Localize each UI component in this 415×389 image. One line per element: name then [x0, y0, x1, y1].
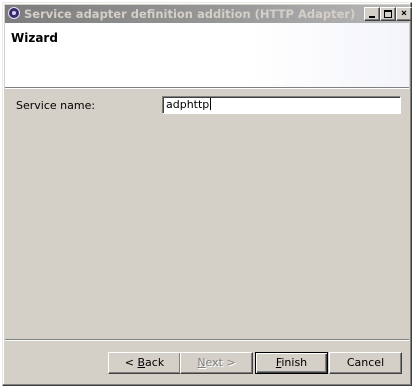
eclipse-icon [8, 7, 20, 19]
back-button[interactable]: < Back [108, 352, 181, 374]
finish-button[interactable]: Finish [255, 352, 328, 374]
back-arrow: < [124, 356, 134, 369]
back-mnemonic: B [137, 356, 146, 369]
service-name-label: Service name: [16, 99, 96, 112]
maximize-icon[interactable] [380, 7, 396, 21]
service-name-value: adphttp [166, 98, 210, 111]
window-title: Service adapter definition addition (HTT… [24, 7, 356, 21]
cancel-button[interactable]: Cancel [329, 352, 402, 374]
wizard-header: Wizard [5, 23, 409, 88]
service-name-input[interactable]: adphttp [162, 96, 401, 114]
title-bar[interactable]: Service adapter definition addition (HTT… [5, 5, 412, 23]
close-icon[interactable]: × [396, 7, 412, 21]
text-caret [210, 98, 212, 110]
finish-label-rest: inish [281, 356, 308, 369]
minimize-icon[interactable] [364, 7, 380, 21]
next-mnemonic: N [197, 356, 206, 369]
header-divider [5, 88, 409, 89]
back-label-rest: ack [145, 356, 165, 369]
next-arrow: > [226, 356, 236, 369]
next-button[interactable]: Next > [180, 352, 253, 374]
next-label-rest: ext [205, 356, 223, 369]
wizard-title: Wizard [11, 31, 58, 45]
footer-divider [5, 339, 409, 341]
wizard-window: Service adapter definition addition (HTT… [2, 2, 412, 386]
